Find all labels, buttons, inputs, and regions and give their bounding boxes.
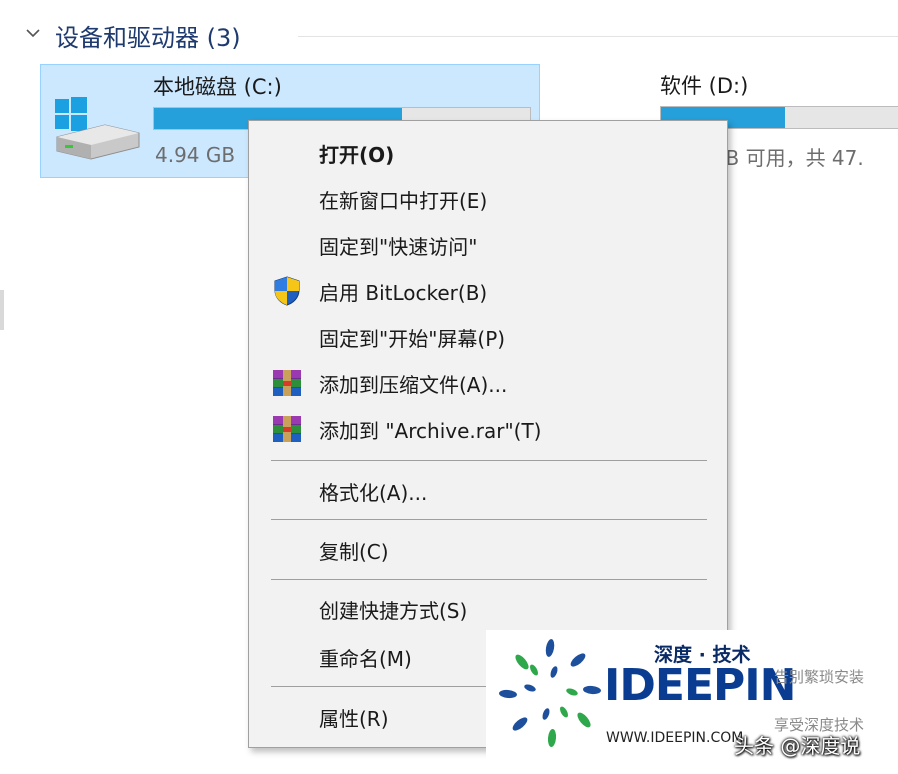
menu-item-add-archive-rar[interactable]: 添加到 "Archive.rar"(T) (249, 407, 727, 451)
menu-item-label: 添加到 "Archive.rar"(T) (319, 419, 542, 443)
pane-edge (0, 290, 4, 330)
watermark-credit: 头条 @深度说 (734, 734, 861, 758)
menu-item-create-shortcut[interactable]: 创建快捷方式(S) (249, 587, 727, 631)
drive-c-name: 本地磁盘 (C:) (153, 75, 282, 99)
drive-d-space-info: GB 可用，共 47. (710, 146, 864, 170)
watermark-brand: IDEEPIN (604, 660, 796, 711)
menu-item-label: 复制(C) (319, 540, 389, 564)
devices-section-header[interactable]: 设备和驱动器 (3) (0, 14, 898, 54)
menu-item-label: 打开(O) (319, 143, 395, 167)
menu-item-pin-start[interactable]: 固定到"开始"屏幕(P) (249, 315, 727, 359)
menu-item-label: 在新窗口中打开(E) (319, 189, 488, 213)
drive-c-space-info: 4.94 GB (155, 143, 236, 167)
menu-item-pin-quick-access[interactable]: 固定到"快速访问" (249, 223, 727, 267)
menu-item-label: 格式化(A)... (319, 481, 428, 505)
winrar-icon (273, 416, 301, 442)
menu-item-label: 固定到"快速访问" (319, 235, 478, 259)
menu-item-add-archive[interactable]: 添加到压缩文件(A)... (249, 361, 727, 405)
menu-item-copy[interactable]: 复制(C) (249, 528, 727, 572)
watermark-slogan-1: 告别繁琐安装 (774, 668, 865, 686)
menu-item-label: 创建快捷方式(S) (319, 599, 468, 623)
menu-item-label: 启用 BitLocker(B) (319, 281, 488, 305)
drive-d-name: 软件 (D:) (660, 74, 749, 98)
ideepin-logo-icon (499, 639, 601, 747)
menu-item-label: 添加到压缩文件(A)... (319, 373, 508, 397)
menu-separator (271, 460, 707, 461)
shield-icon (274, 276, 300, 306)
watermark-url: WWW.IDEEPIN.COM (606, 730, 744, 746)
windows-drive-icon (55, 97, 140, 160)
menu-item-format[interactable]: 格式化(A)... (249, 469, 727, 513)
chevron-down-icon[interactable] (26, 26, 40, 40)
menu-item-label: 固定到"开始"屏幕(P) (319, 327, 506, 351)
menu-item-open-new-window[interactable]: 在新窗口中打开(E) (249, 177, 727, 221)
menu-item-label: 属性(R) (319, 707, 389, 731)
menu-item-label: 重命名(M) (319, 647, 412, 671)
menu-separator (271, 519, 707, 520)
section-title: 设备和驱动器 (3) (55, 24, 241, 52)
section-divider (298, 36, 898, 37)
menu-separator (271, 579, 707, 580)
menu-item-bitlocker[interactable]: 启用 BitLocker(B) (249, 269, 727, 313)
menu-item-open[interactable]: 打开(O) (249, 131, 727, 175)
watermark: 深度 · 技术 IDEEPIN WWW.IDEEPIN.COM 告别繁琐安装 享… (486, 630, 898, 774)
winrar-icon (273, 370, 301, 396)
